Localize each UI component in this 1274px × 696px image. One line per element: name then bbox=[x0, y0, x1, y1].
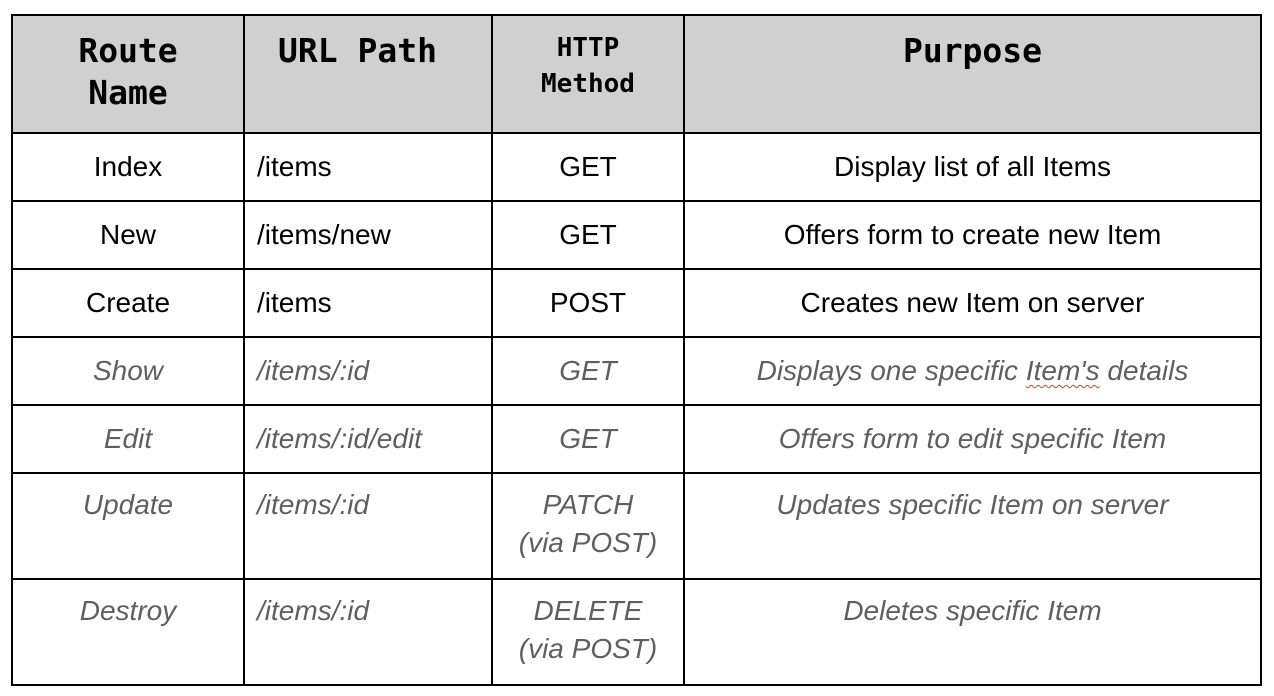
route-name-cell: Show bbox=[11, 336, 245, 406]
purpose-text-part: Displays one specific bbox=[756, 355, 1026, 386]
route-name-cell: Create bbox=[11, 268, 245, 338]
route-name-cell: New bbox=[11, 200, 245, 270]
http-method-line: PATCH bbox=[542, 489, 634, 520]
url-path-cell: /items/:id/edit bbox=[243, 404, 493, 474]
http-method-cell: GET bbox=[491, 132, 685, 202]
table-row-create: Create /items POST Creates new Item on s… bbox=[11, 268, 1262, 338]
route-name-cell: Edit bbox=[11, 404, 245, 474]
purpose-cell: Creates new Item on server bbox=[683, 268, 1262, 338]
http-method-cell: GET bbox=[491, 336, 685, 406]
http-method-cell: DELETE (via POST) bbox=[491, 578, 685, 686]
url-path-cell: /items bbox=[243, 268, 493, 338]
url-path-cell: /items/:id bbox=[243, 578, 493, 686]
spellcheck-flagged-word[interactable]: Item's bbox=[1026, 355, 1100, 386]
purpose-cell: Offers form to edit specific Item bbox=[683, 404, 1262, 474]
table-row-edit: Edit /items/:id/edit GET Offers form to … bbox=[11, 404, 1262, 474]
table-row-new: New /items/new GET Offers form to create… bbox=[11, 200, 1262, 270]
purpose-cell: Offers form to create new Item bbox=[683, 200, 1262, 270]
purpose-cell: Updates specific Item on server bbox=[683, 472, 1262, 580]
header-row: Route Name URL Path HTTP Method Purpose bbox=[11, 14, 1262, 134]
routes-table: Route Name URL Path HTTP Method Purpose … bbox=[11, 14, 1262, 686]
purpose-cell: Display list of all Items bbox=[683, 132, 1262, 202]
header-http-method-line2: Method bbox=[541, 69, 635, 99]
route-name-cell: Index bbox=[11, 132, 245, 202]
table-row-destroy: Destroy /items/:id DELETE (via POST) Del… bbox=[11, 578, 1262, 686]
http-method-cell: GET bbox=[491, 404, 685, 474]
http-method-line: GET bbox=[559, 423, 617, 454]
header-route-name-line1: Route bbox=[78, 31, 178, 70]
http-method-cell: POST bbox=[491, 268, 685, 338]
purpose-text-part: details bbox=[1099, 355, 1189, 386]
http-method-cell: GET bbox=[491, 200, 685, 270]
http-method-line: GET bbox=[559, 219, 617, 250]
header-url-path: URL Path bbox=[243, 14, 493, 134]
route-name-cell: Destroy bbox=[11, 578, 245, 686]
http-method-line: GET bbox=[559, 355, 617, 386]
route-name-cell: Update bbox=[11, 472, 245, 580]
http-method-note: (via POST) bbox=[518, 633, 658, 664]
url-path-cell: /items/new bbox=[243, 200, 493, 270]
purpose-cell: Deletes specific Item bbox=[683, 578, 1262, 686]
url-path-cell: /items/:id bbox=[243, 336, 493, 406]
header-http-method: HTTP Method bbox=[491, 14, 685, 134]
http-method-cell: PATCH (via POST) bbox=[491, 472, 685, 580]
header-route-name: Route Name bbox=[11, 14, 245, 134]
header-purpose: Purpose bbox=[683, 14, 1262, 134]
header-route-name-line2: Name bbox=[88, 73, 168, 112]
table-row-index: Index /items GET Display list of all Ite… bbox=[11, 132, 1262, 202]
table-row-update: Update /items/:id PATCH (via POST) Updat… bbox=[11, 472, 1262, 580]
http-method-note: (via POST) bbox=[518, 527, 658, 558]
url-path-cell: /items/:id bbox=[243, 472, 493, 580]
url-path-cell: /items bbox=[243, 132, 493, 202]
http-method-line: DELETE bbox=[533, 595, 643, 626]
header-http-method-line1: HTTP bbox=[556, 33, 620, 63]
purpose-cell: Displays one specific Item's details bbox=[683, 336, 1262, 406]
http-method-line: GET bbox=[559, 151, 617, 182]
http-method-line: POST bbox=[549, 287, 627, 318]
table-row-show: Show /items/:id GET Displays one specifi… bbox=[11, 336, 1262, 406]
